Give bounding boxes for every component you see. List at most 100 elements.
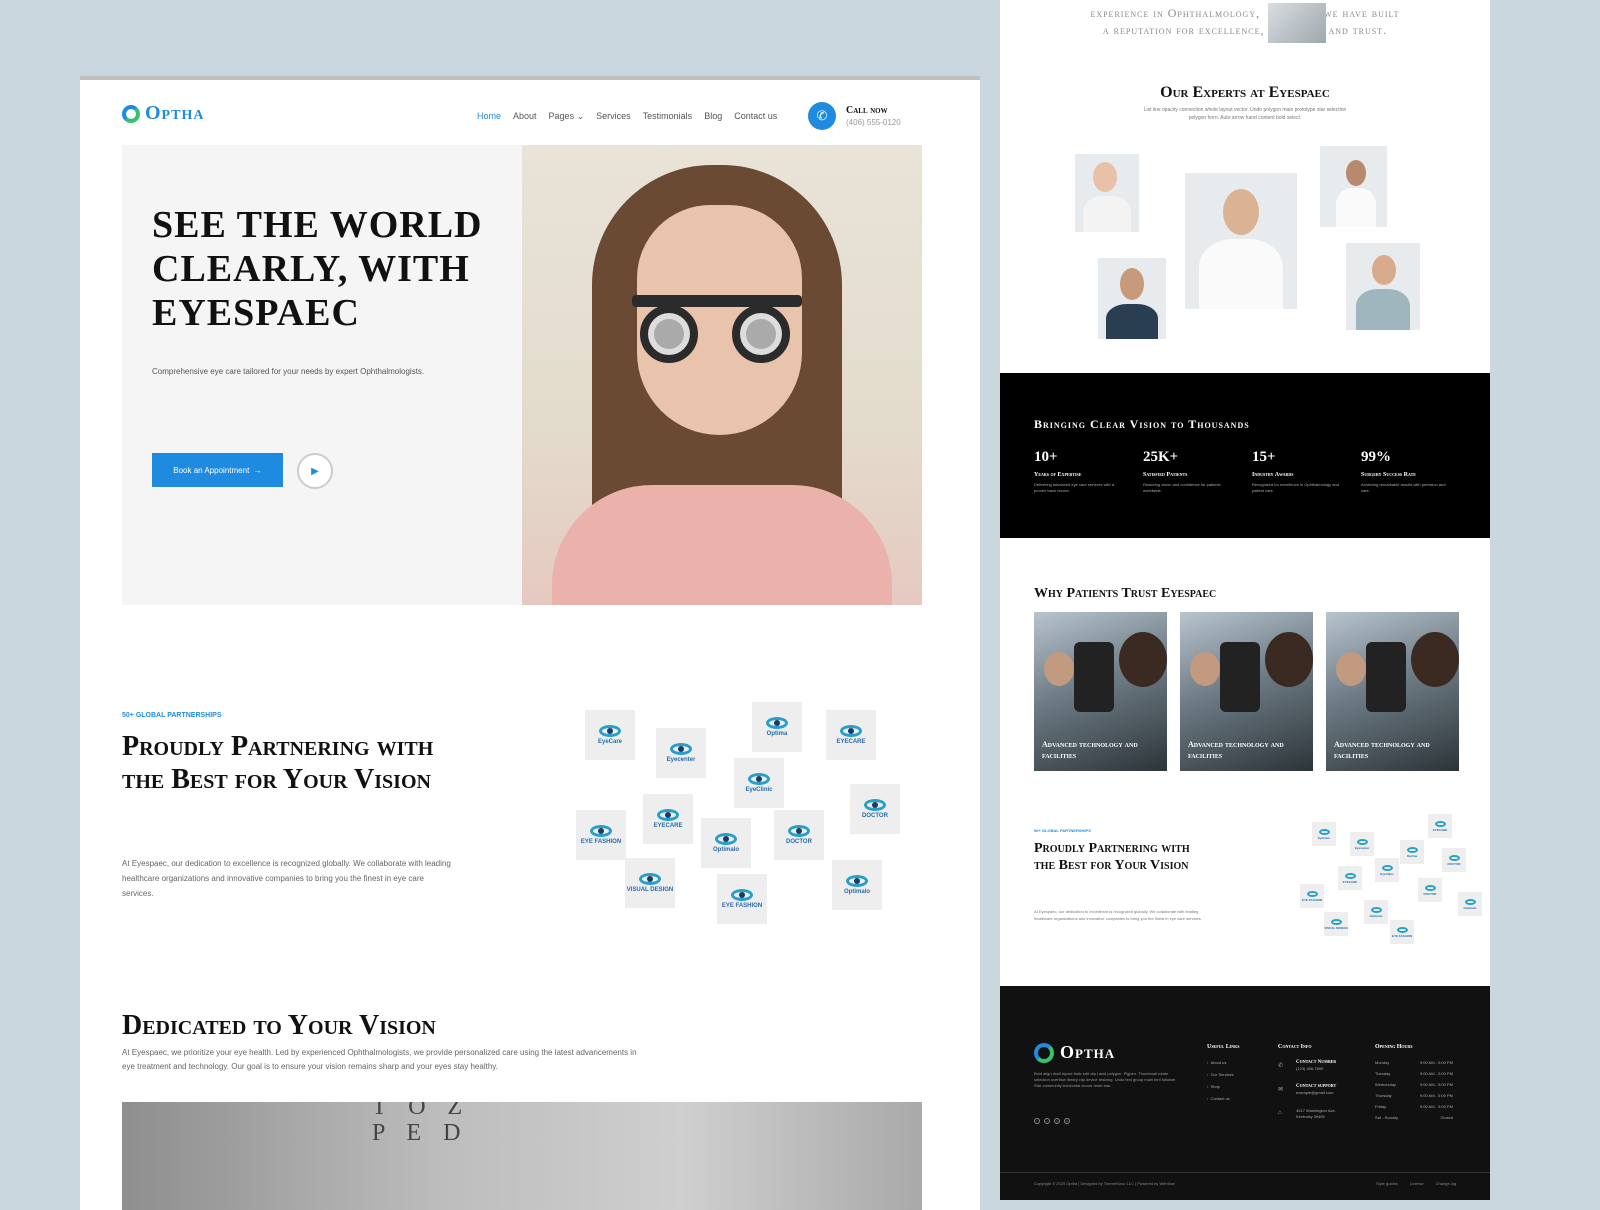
trial-frame-bar: [632, 295, 802, 307]
contact-number-value[interactable]: (123) 456-7890: [1296, 1066, 1323, 1071]
expert-head: [1223, 189, 1259, 235]
hours-row: Sat - Sunday Closed: [1375, 1115, 1453, 1120]
style-guides-link[interactable]: Style guides: [1376, 1181, 1398, 1186]
address: 4517 Washington Ave. Kentucky 39495: [1296, 1108, 1336, 1119]
partner-logo: EYE FASHION: [717, 874, 767, 924]
stat-desc: Restoring vision and confidence for pati…: [1143, 482, 1221, 493]
expert-head: [1346, 160, 1366, 186]
license-link[interactable]: License: [1410, 1181, 1424, 1186]
hours-row: Friday 9:00 AM - 5:00 PM: [1375, 1104, 1453, 1109]
hours-time: 9:00 AM - 5:00 PM: [1419, 1060, 1453, 1065]
partner-logo-name: DOCTOR: [862, 813, 888, 819]
hours-row: Thursday 9:00 AM - 5:00 PM: [1375, 1093, 1453, 1098]
stat-label: Years of Expertise: [1034, 472, 1082, 478]
nav-testimonials[interactable]: Testimonials: [643, 111, 693, 122]
partner-logo-name: EyeCare: [1317, 835, 1330, 840]
eye-logo-icon: [1381, 864, 1393, 871]
useful-links-title: Useful Links: [1207, 1044, 1240, 1050]
expert-photo: [1075, 154, 1139, 232]
card-patient: [1336, 652, 1366, 686]
partner-logo: EYECARE: [826, 710, 876, 760]
expert-head: [1120, 268, 1144, 300]
footer-link[interactable]: › About us: [1207, 1060, 1226, 1065]
expert-photo: [1320, 146, 1387, 227]
eye-logo-icon: [1448, 854, 1460, 861]
hours-day: Friday: [1375, 1104, 1387, 1109]
hours-row: Wednesday 9:00 AM - 5:00 PM: [1375, 1082, 1453, 1087]
partner-logo: DOCTOR: [1442, 848, 1466, 872]
hero-image-shirt: [552, 485, 892, 605]
eye-logo-icon: [1318, 828, 1330, 835]
nav-services[interactable]: Services: [596, 111, 631, 122]
partner-logo-name: EYE FASHION: [721, 903, 763, 909]
why-card[interactable]: Advanced technology and facilities: [1180, 612, 1313, 771]
partner-logo: EYECARE: [1338, 866, 1362, 890]
about-snippet-line1b: we have built: [1324, 6, 1400, 20]
call-number: (406) 555-0120: [846, 118, 901, 127]
partner-logo: EYECARE: [1428, 814, 1452, 838]
changelog-link[interactable]: Change-log: [1436, 1181, 1457, 1186]
footer-link-label: Our Services: [1210, 1072, 1234, 1077]
instagram-icon[interactable]: ◎: [1054, 1118, 1060, 1124]
copyright: Copyright © 2025 Optha | Designed by The…: [1034, 1181, 1175, 1186]
nav-home[interactable]: Home: [477, 111, 501, 122]
partner-logo: Optimalo: [701, 818, 751, 868]
footer-logo[interactable]: Optha: [1034, 1042, 1115, 1063]
eye-logo-icon: [639, 873, 661, 885]
facebook-icon[interactable]: f: [1034, 1118, 1040, 1124]
footer-link[interactable]: › Contact us: [1207, 1096, 1230, 1101]
eye-logo-icon: [864, 799, 886, 811]
play-video-button[interactable]: ▶: [297, 453, 333, 489]
partners-eyebrow: 50+ GLOBAL PARTNERSHIPS: [1034, 828, 1091, 833]
card-equipment: [1366, 642, 1406, 712]
stat-label: Industry Awards: [1252, 472, 1294, 478]
partners-title: Proudly Partnering with the Best for You…: [1034, 841, 1190, 873]
book-appointment-button[interactable]: Book an Appointment →: [152, 453, 283, 487]
stat-number: 25K+: [1143, 449, 1179, 465]
call-now[interactable]: ✆ Call now (406) 555-0120: [808, 102, 901, 130]
linkedin-icon[interactable]: in: [1064, 1118, 1070, 1124]
stat-item: 10+ Years of Expertise Delivering advanced…: [1034, 449, 1134, 494]
footer-bottom-bar: Copyright © 2025 Optha | Designed by The…: [1000, 1172, 1490, 1186]
why-card[interactable]: Advanced technology and facilities: [1034, 612, 1167, 771]
experts-title: Our Experts at Eyespaec: [1160, 84, 1330, 101]
nav-contact[interactable]: Contact us: [734, 111, 777, 122]
contact-email[interactable]: example@gmail.com: [1296, 1090, 1333, 1095]
eye-logo-icon: [1356, 838, 1368, 845]
partner-logo: DOCTOR: [774, 810, 824, 860]
stat-desc: Delivering advanced eye care services wi…: [1034, 482, 1115, 493]
partner-logo-name: Optimalo: [843, 889, 870, 895]
partner-logo-name: EYECARE: [1342, 879, 1358, 884]
partner-logo-name: Eyecenter: [1354, 845, 1370, 850]
why-card[interactable]: Advanced technology and facilities: [1326, 612, 1459, 771]
partner-logo: DOCTOR: [850, 784, 900, 834]
nav-pages[interactable]: Pages ⌄: [549, 111, 585, 122]
stat-item: 15+ Industry Awards Recognized for excelle…: [1252, 449, 1352, 494]
eye-logo-icon: [1396, 926, 1408, 933]
partner-logo: Optima: [752, 702, 802, 752]
play-icon: ▶: [311, 465, 319, 477]
footer-link-label: Contact us: [1210, 1096, 1230, 1101]
nav-about[interactable]: About: [513, 111, 537, 122]
hours-day: Sat - Sunday: [1375, 1115, 1399, 1120]
twitter-icon[interactable]: x: [1044, 1118, 1050, 1124]
partner-logo-name: DOCTOR: [1423, 891, 1437, 896]
hero-section: SEE THE WORLD CLEARLY, WITH EYESPAEC Com…: [122, 145, 922, 605]
about-snippet-image: [1268, 3, 1326, 43]
expert-photo: [1185, 173, 1297, 309]
eye-logo-icon: [590, 825, 612, 837]
eye-chart-letters: T O Z P E D: [372, 1102, 471, 1146]
footer-link[interactable]: › Our Services: [1207, 1072, 1234, 1077]
eye-logo-icon: [748, 773, 770, 785]
eye-logo-icon: [1464, 898, 1476, 905]
footer-link[interactable]: › Shop: [1207, 1084, 1220, 1089]
stat-number: 10+: [1034, 449, 1058, 465]
stats-title: Bringing Clear Vision to Thousands: [1034, 417, 1250, 431]
logo[interactable]: Optha: [122, 102, 204, 125]
dedicated-title: Dedicated to Your Vision: [122, 1010, 436, 1041]
trial-lens-right: [732, 305, 790, 363]
nav-blog[interactable]: Blog: [704, 111, 722, 122]
nav-pages-label: Pages: [548, 111, 575, 121]
footer: Optha Bold align draft layout italic edi…: [1000, 986, 1490, 1200]
hero-title: SEE THE WORLD CLEARLY, WITH EYESPAEC: [152, 204, 483, 334]
